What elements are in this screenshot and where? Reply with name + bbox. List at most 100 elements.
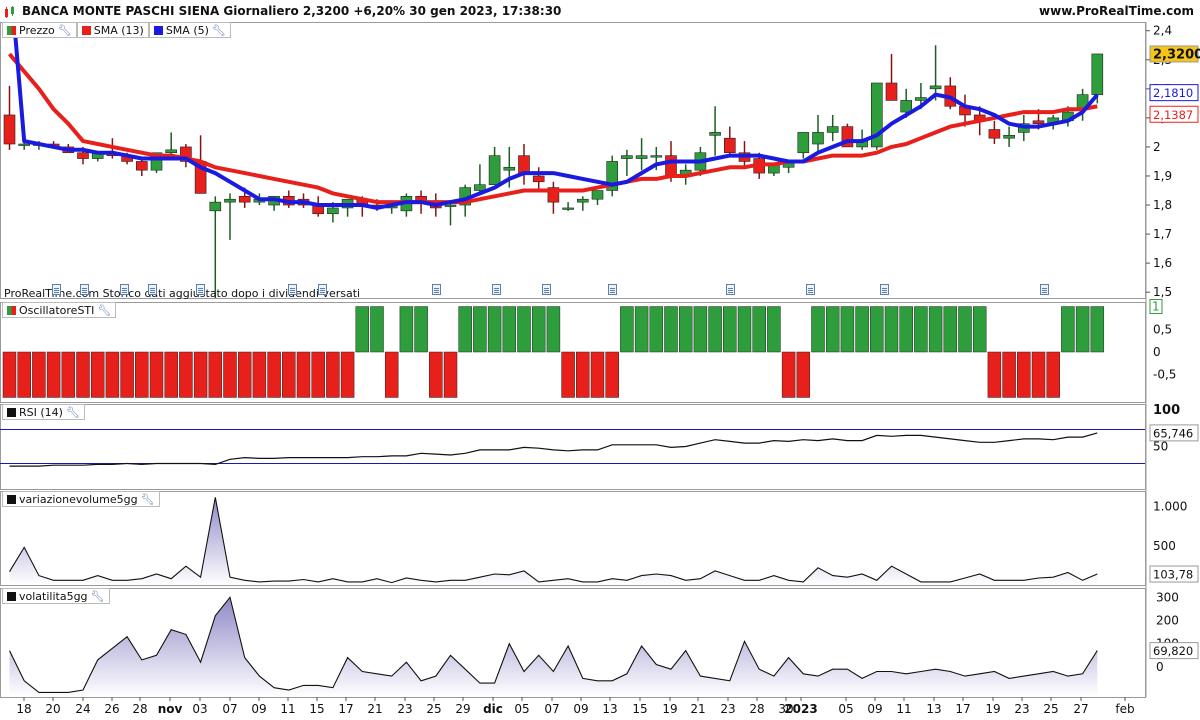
event-doc-icon[interactable] — [148, 284, 157, 295]
candle-body — [900, 100, 913, 113]
event-doc-icon[interactable] — [288, 284, 297, 295]
panel-frame-rsi — [0, 404, 1146, 490]
x-tick-label: 19 — [985, 702, 1000, 716]
legend-label: volatilita5gg — [19, 589, 88, 603]
osc-tick-label: 1 — [1152, 300, 1160, 314]
event-doc-icon[interactable] — [196, 284, 205, 295]
rsi-panel-plot — [0, 429, 1145, 467]
candle-body — [929, 85, 942, 90]
oscillator-bar — [76, 351, 90, 398]
x-tick-label: 13 — [602, 702, 617, 716]
candle — [826, 114, 839, 142]
oscillator-bar — [179, 351, 193, 398]
candle — [1003, 126, 1015, 147]
oscillator-bar — [355, 306, 370, 353]
candle-body — [532, 175, 545, 183]
oscillator-bar — [399, 306, 414, 353]
legend-sma5[interactable]: SMA (5) 🔧︎ — [148, 22, 231, 38]
event-doc-icon[interactable] — [726, 284, 735, 295]
candle-body — [1091, 53, 1104, 95]
x-tick-label: dic — [483, 702, 503, 716]
candle — [282, 190, 295, 208]
candle — [400, 193, 413, 217]
legend-sma13[interactable]: SMA (13) — [76, 22, 149, 38]
candle-body — [503, 166, 516, 171]
legend-rsi[interactable]: RSI (14) 🔧︎ — [2, 404, 85, 420]
wrench-icon[interactable]: 🔧︎ — [141, 493, 155, 506]
x-tick-label: 25 — [1043, 702, 1058, 716]
candle-body — [136, 161, 148, 171]
wrench-icon[interactable]: 🔧︎ — [97, 304, 111, 317]
oscillator-bar — [737, 306, 752, 353]
candle-body — [327, 207, 339, 215]
x-tick-label: 07 — [544, 702, 559, 716]
osc-legend: OscillatoreSTI 🔧︎ — [2, 302, 117, 318]
volatility-fill — [9, 597, 1098, 697]
x-tick-label: 23 — [397, 702, 412, 716]
event-doc-icon[interactable] — [80, 284, 89, 295]
candle-body — [591, 190, 604, 200]
legend-label: SMA (5) — [165, 23, 209, 37]
event-doc-icon[interactable] — [542, 284, 551, 295]
candle-body — [165, 149, 177, 154]
x-tick-label: nov — [158, 702, 183, 716]
volume-line — [9, 497, 1098, 584]
x-tick-label: 21 — [690, 702, 705, 716]
candle-body — [885, 82, 898, 101]
price-tick-label: 1,6 — [1153, 256, 1172, 270]
legend-prezzo[interactable]: Prezzo 🔧︎ — [2, 22, 77, 38]
wrench-icon[interactable]: 🔧︎ — [91, 590, 105, 603]
x-tick-label: 03 — [192, 702, 207, 716]
event-doc-icon[interactable] — [432, 284, 441, 295]
candle-body — [474, 184, 486, 191]
oscillator-bar — [693, 306, 708, 353]
candle-body — [650, 155, 663, 158]
oscillator-bar — [943, 306, 958, 353]
candle — [870, 82, 883, 150]
candle-body — [915, 97, 927, 101]
oscillator-bar — [914, 306, 928, 353]
oscillator-bar — [884, 306, 899, 353]
legend-volatility[interactable]: volatilita5gg 🔧︎ — [2, 588, 110, 604]
x-axis: 18 20 24 26 28 nov 03 07 09 11 15 17 21 23 25 29 dic 05 07… — [16, 697, 1135, 716]
legend-volume[interactable]: variazionevolume5gg 🔧︎ — [2, 491, 160, 507]
oscillator-bar — [208, 351, 223, 398]
event-doc-icon[interactable] — [492, 284, 501, 295]
x-tick-label: 15 — [309, 702, 324, 716]
event-doc-icon[interactable] — [1040, 284, 1049, 295]
chart-canvas: 2,42,32,22,121,91,81,71,61,52,32002,1810… — [0, 22, 1200, 716]
legend-oscillatore[interactable]: OscillatoreSTI 🔧︎ — [2, 302, 117, 318]
event-doc-icon[interactable] — [120, 284, 129, 295]
event-doc-icon[interactable] — [52, 284, 61, 295]
oscillator-bar — [620, 306, 634, 353]
event-doc-icon[interactable] — [608, 284, 617, 295]
x-tick-label: 27 — [1073, 702, 1088, 716]
oscillator-bar — [531, 306, 546, 353]
bar-swatch-icon — [7, 305, 16, 315]
oscillator-bar — [487, 306, 502, 353]
osc-tick-label: 0,5 — [1153, 322, 1172, 336]
candle-body — [665, 155, 677, 177]
volume-last-badge: 103,78 — [1153, 568, 1193, 582]
candle — [209, 196, 222, 298]
rsi-line — [9, 432, 1098, 467]
last-price-badge: 2,3200 — [1153, 47, 1200, 62]
candle-body — [238, 196, 251, 203]
price-tick-label: 1,5 — [1153, 285, 1172, 299]
x-tick-label: 11 — [896, 702, 911, 716]
volatility-panel-plot — [9, 596, 1098, 697]
candle — [576, 196, 589, 211]
legend-label: Prezzo — [19, 23, 55, 37]
oscillator-bar — [899, 306, 913, 353]
wrench-icon[interactable]: 🔧︎ — [212, 24, 226, 37]
wrench-icon[interactable]: 🔧︎ — [66, 406, 80, 419]
oscillator-bar — [135, 351, 149, 398]
event-doc-icon[interactable] — [318, 284, 327, 295]
oscillator-bar — [1002, 351, 1016, 398]
x-tick-label: 21 — [367, 702, 382, 716]
event-doc-icon[interactable] — [806, 284, 815, 295]
oscillator-bar — [326, 351, 340, 398]
red-swatch-icon — [81, 25, 91, 35]
wrench-icon[interactable]: 🔧︎ — [58, 24, 72, 37]
event-doc-icon[interactable] — [880, 284, 889, 295]
